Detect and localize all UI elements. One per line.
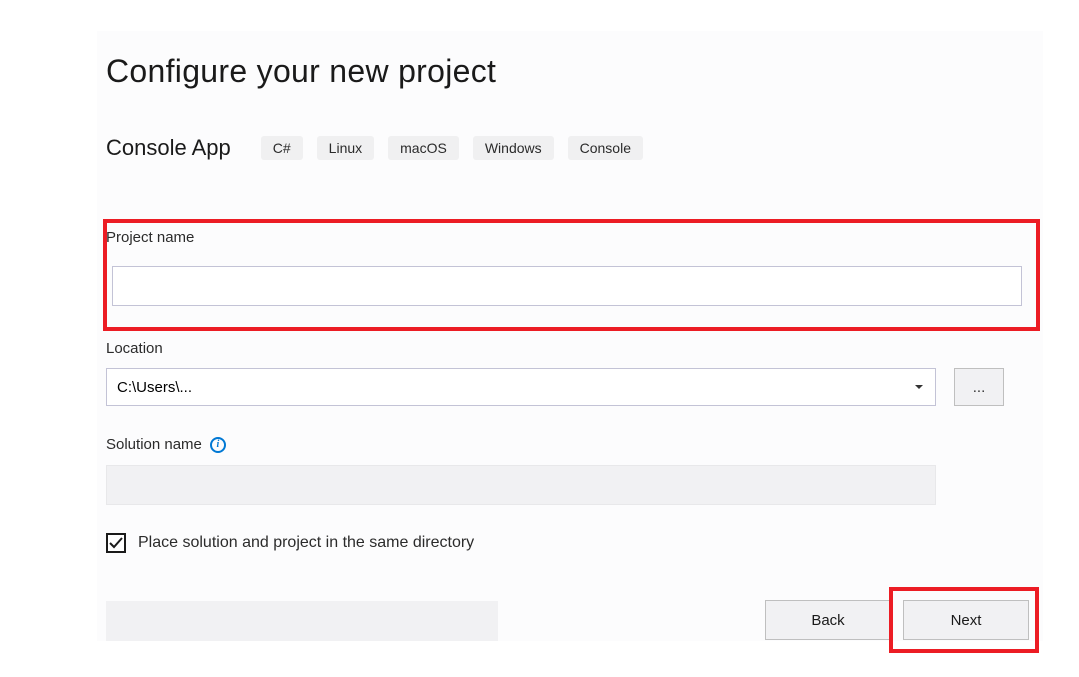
same-directory-checkbox[interactable]: [106, 533, 126, 553]
same-directory-checkbox-row[interactable]: Place solution and project in the same d…: [106, 533, 474, 553]
solution-name-label-row: Solution name i: [106, 436, 226, 453]
project-name-input[interactable]: [112, 266, 1022, 306]
wizard-button-row: Back Next: [765, 600, 1029, 640]
location-row: C:\Users\... ...: [106, 368, 1004, 406]
location-value: C:\Users\...: [117, 379, 192, 396]
browse-button[interactable]: ...: [954, 368, 1004, 406]
location-label: Location: [106, 340, 163, 357]
tag-windows: Windows: [473, 136, 554, 160]
footer-placeholder: [106, 601, 498, 641]
checkmark-icon: [109, 536, 123, 550]
template-info-row: Console App C# Linux macOS Windows Conso…: [106, 135, 643, 161]
info-icon[interactable]: i: [210, 437, 226, 453]
chevron-down-icon: [915, 385, 923, 389]
same-directory-label: Place solution and project in the same d…: [138, 534, 474, 552]
solution-name-input[interactable]: [106, 465, 936, 505]
template-name: Console App: [106, 135, 231, 161]
location-dropdown[interactable]: C:\Users\...: [106, 368, 936, 406]
page-title: Configure your new project: [106, 53, 496, 90]
tag-csharp: C#: [261, 136, 303, 160]
tag-console: Console: [568, 136, 643, 160]
next-button[interactable]: Next: [903, 600, 1029, 640]
tag-linux: Linux: [317, 136, 374, 160]
solution-name-label: Solution name: [106, 436, 202, 453]
configure-project-panel: Configure your new project Console App C…: [97, 31, 1043, 641]
back-button[interactable]: Back: [765, 600, 891, 640]
tag-macos: macOS: [388, 136, 459, 160]
project-name-label: Project name: [106, 229, 194, 246]
